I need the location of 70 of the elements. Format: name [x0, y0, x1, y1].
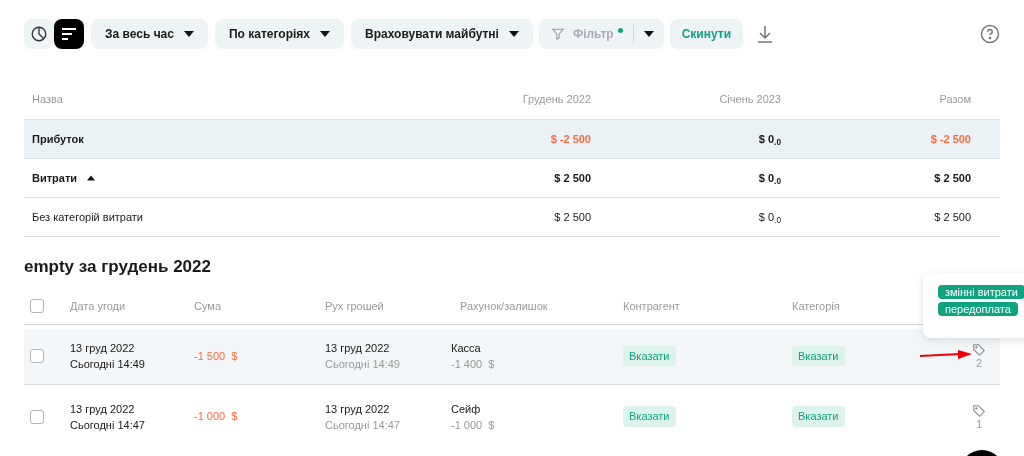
checkbox[interactable]: [30, 409, 44, 424]
column-header: Рух грошей: [325, 299, 384, 312]
balance-text: -1 400 $: [451, 357, 496, 372]
amount-cell: $ 0$_{.0}$: [758, 210, 781, 223]
column-header: Грудень 2022: [522, 93, 591, 106]
time-text: Сьогодні 14:47: [70, 417, 146, 433]
help-icon[interactable]: [980, 24, 1000, 44]
set-counterparty-button[interactable]: Вказати: [623, 406, 676, 427]
amount-text: -1 000 $: [194, 410, 238, 423]
amount-cell: $ -2 500: [930, 132, 971, 145]
date-text: 13 груд 2022: [325, 341, 391, 356]
tag-chip: змінні витрати: [938, 285, 1024, 299]
pointer-arrow: [920, 350, 972, 360]
amount-cell: $ 0$_{.0}$: [758, 132, 781, 145]
account-name: Касса: [451, 341, 482, 356]
caret-icon: [643, 31, 654, 37]
time-text: Сьогодні 14:47: [325, 417, 401, 433]
set-category-button[interactable]: Вказати: [792, 406, 845, 427]
transaction-row[interactable]: 13 груд 2022 Сьогодні 14:49 -1 500 $ 13 груд 2022 Сьогодні 14:49 Касса -1 400 $ Вказати Вказати 2: [24, 328, 1000, 385]
section-title: empty за грудень 2022: [24, 256, 212, 278]
pie-chart-icon: [30, 25, 48, 43]
row-label: Без категорій витрати: [32, 209, 143, 225]
amount-cell: $ -2 500: [550, 132, 591, 145]
tag-icon[interactable]: [972, 403, 986, 418]
row-label: Витрати: [32, 170, 78, 186]
column-header: Категорія: [792, 299, 840, 312]
caret-icon: [183, 31, 194, 37]
chart-view-button[interactable]: [24, 19, 54, 49]
filter-label: Фільтр: [572, 26, 614, 43]
amount-cell: $ 2 500: [554, 171, 591, 184]
row-label: Прибуток: [32, 131, 84, 147]
column-header: Січень 2023: [719, 93, 781, 106]
amount-cell: $ 2 500: [934, 210, 971, 223]
dropdown-button[interactable]: За весь час: [91, 19, 208, 49]
date-text: 13 груд 2022: [70, 341, 136, 356]
filter-icon: [550, 27, 565, 41]
checkbox[interactable]: [30, 298, 44, 313]
balance-text: -1 000 $: [451, 417, 496, 433]
set-category-button[interactable]: Вказати: [792, 345, 845, 367]
tag-chip: передоплата: [938, 302, 1018, 316]
column-header: Контрагент: [623, 299, 680, 312]
caret-icon: [508, 31, 519, 37]
column-header: Назва: [32, 93, 63, 106]
date-text: 13 груд 2022: [70, 401, 136, 417]
reset-button[interactable]: Скинути: [669, 19, 744, 49]
amount-cell: $ 2 500: [934, 171, 971, 184]
column-header: Дата угоди: [70, 299, 126, 312]
account-name: Сейф: [451, 401, 482, 417]
column-header: Разом: [939, 93, 971, 106]
download-icon[interactable]: [757, 25, 774, 43]
checkbox[interactable]: [30, 349, 44, 363]
amount-text: -1 500 $: [194, 349, 238, 362]
column-header: Рахунок/залишок: [460, 299, 548, 312]
time-text: Сьогодні 14:49: [325, 357, 401, 372]
set-counterparty-button[interactable]: Вказати: [623, 345, 676, 367]
column-header: Сума: [194, 299, 221, 312]
time-text: Сьогодні 14:49: [70, 357, 146, 372]
list-view-button[interactable]: [54, 19, 84, 49]
tag-count: 2: [975, 357, 983, 369]
date-text: 13 груд 2022: [325, 401, 391, 417]
amount-cell: $ 2 500: [554, 210, 591, 223]
caret-icon: [87, 175, 96, 181]
tag-count: 1: [975, 417, 983, 430]
caret-icon: [320, 31, 330, 37]
list-icon: [61, 27, 77, 41]
transaction-row[interactable]: 13 груд 2022 Сьогодні 14:47 -1 000 $ 13 груд 2022 Сьогодні 14:47 Сейф -1 000 $ Вказати Вказати 1: [24, 388, 1000, 445]
dropdown-button[interactable]: По категоріях: [214, 19, 344, 49]
amount-cell: $ 0$_{.0}$: [758, 171, 781, 184]
dropdown-button[interactable]: Враховувати майбутні: [351, 19, 533, 49]
tag-icon[interactable]: [972, 343, 986, 357]
